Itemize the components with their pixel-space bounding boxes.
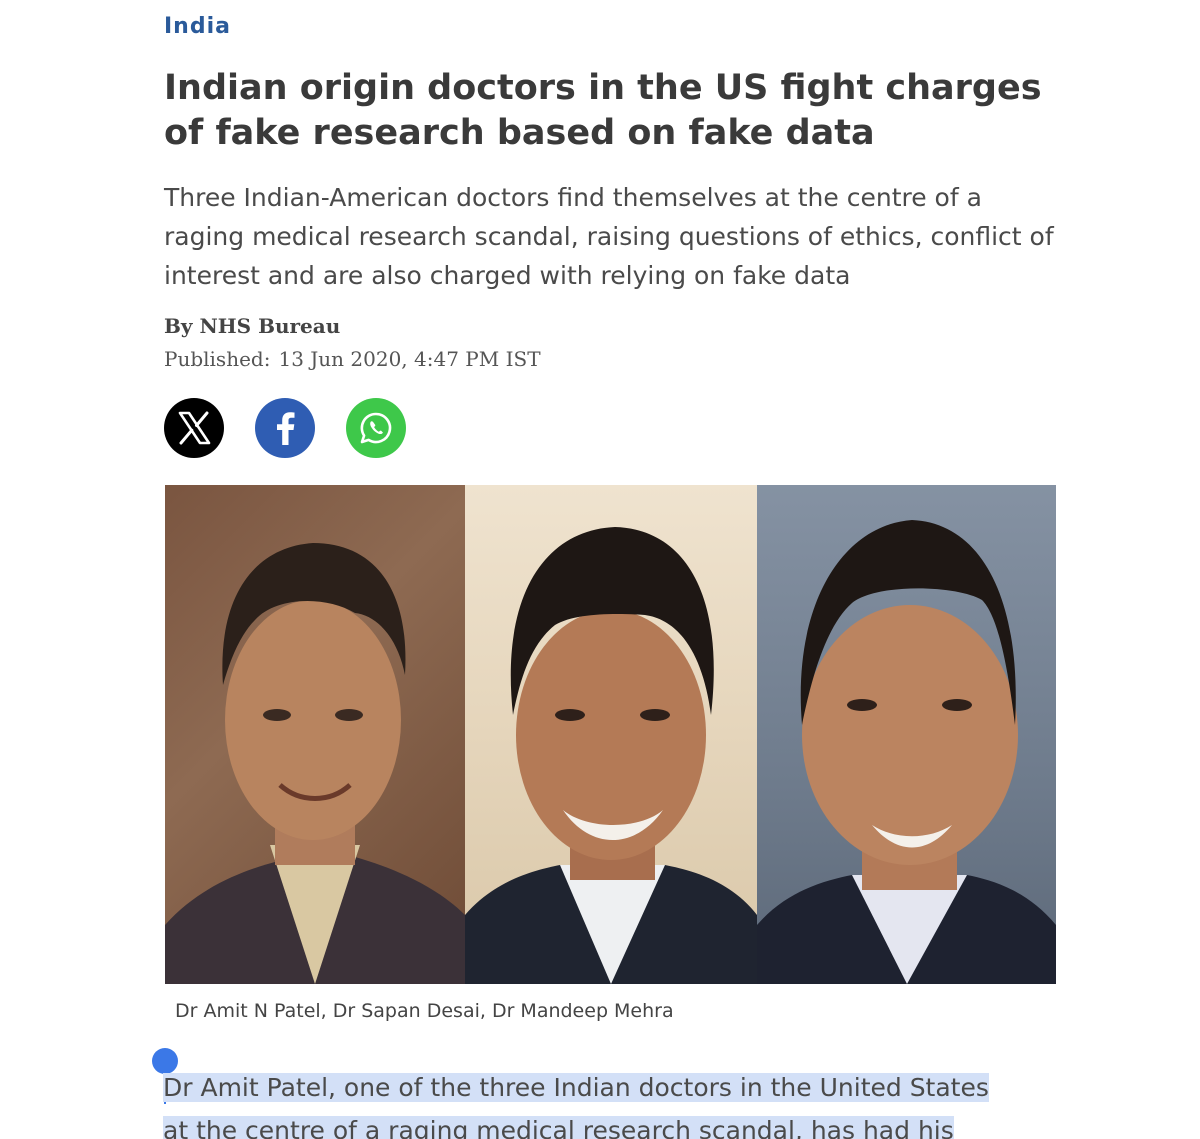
facebook-logo-icon <box>277 412 295 445</box>
body-paragraph-line: at the centre of a raging medical resear… <box>163 1109 1055 1139</box>
share-buttons <box>164 398 406 458</box>
article-body[interactable]: Dr Amit Patel, one of the three Indian d… <box>163 1066 1055 1139</box>
article-photo <box>165 485 1056 984</box>
portrait-sapan-desai <box>465 485 757 984</box>
article-headline: Indian origin doctors in the US fight ch… <box>164 68 1042 153</box>
whatsapp-share-button[interactable] <box>346 398 406 458</box>
x-share-button[interactable] <box>164 398 224 458</box>
facebook-share-button[interactable] <box>255 398 315 458</box>
published-date: 13 Jun 2020, 4:47 PM IST <box>278 347 541 371</box>
section-tag[interactable]: India <box>164 14 231 39</box>
portrait-mandeep-mehra <box>757 485 1056 984</box>
body-paragraph-line: Dr Amit Patel, one of the three Indian d… <box>163 1073 989 1102</box>
published-info: Published: 13 Jun 2020, 4:47 PM IST <box>164 347 541 371</box>
article-standfirst: Three Indian-American doctors find thems… <box>164 183 1054 290</box>
x-logo-icon <box>178 411 211 445</box>
byline[interactable]: By NHS Bureau <box>164 314 340 338</box>
portrait-amit-patel <box>165 485 465 984</box>
whatsapp-logo-icon <box>360 412 392 444</box>
photo-caption: Dr Amit N Patel, Dr Sapan Desai, Dr Mand… <box>175 1000 674 1022</box>
published-label: Published: <box>164 347 271 371</box>
